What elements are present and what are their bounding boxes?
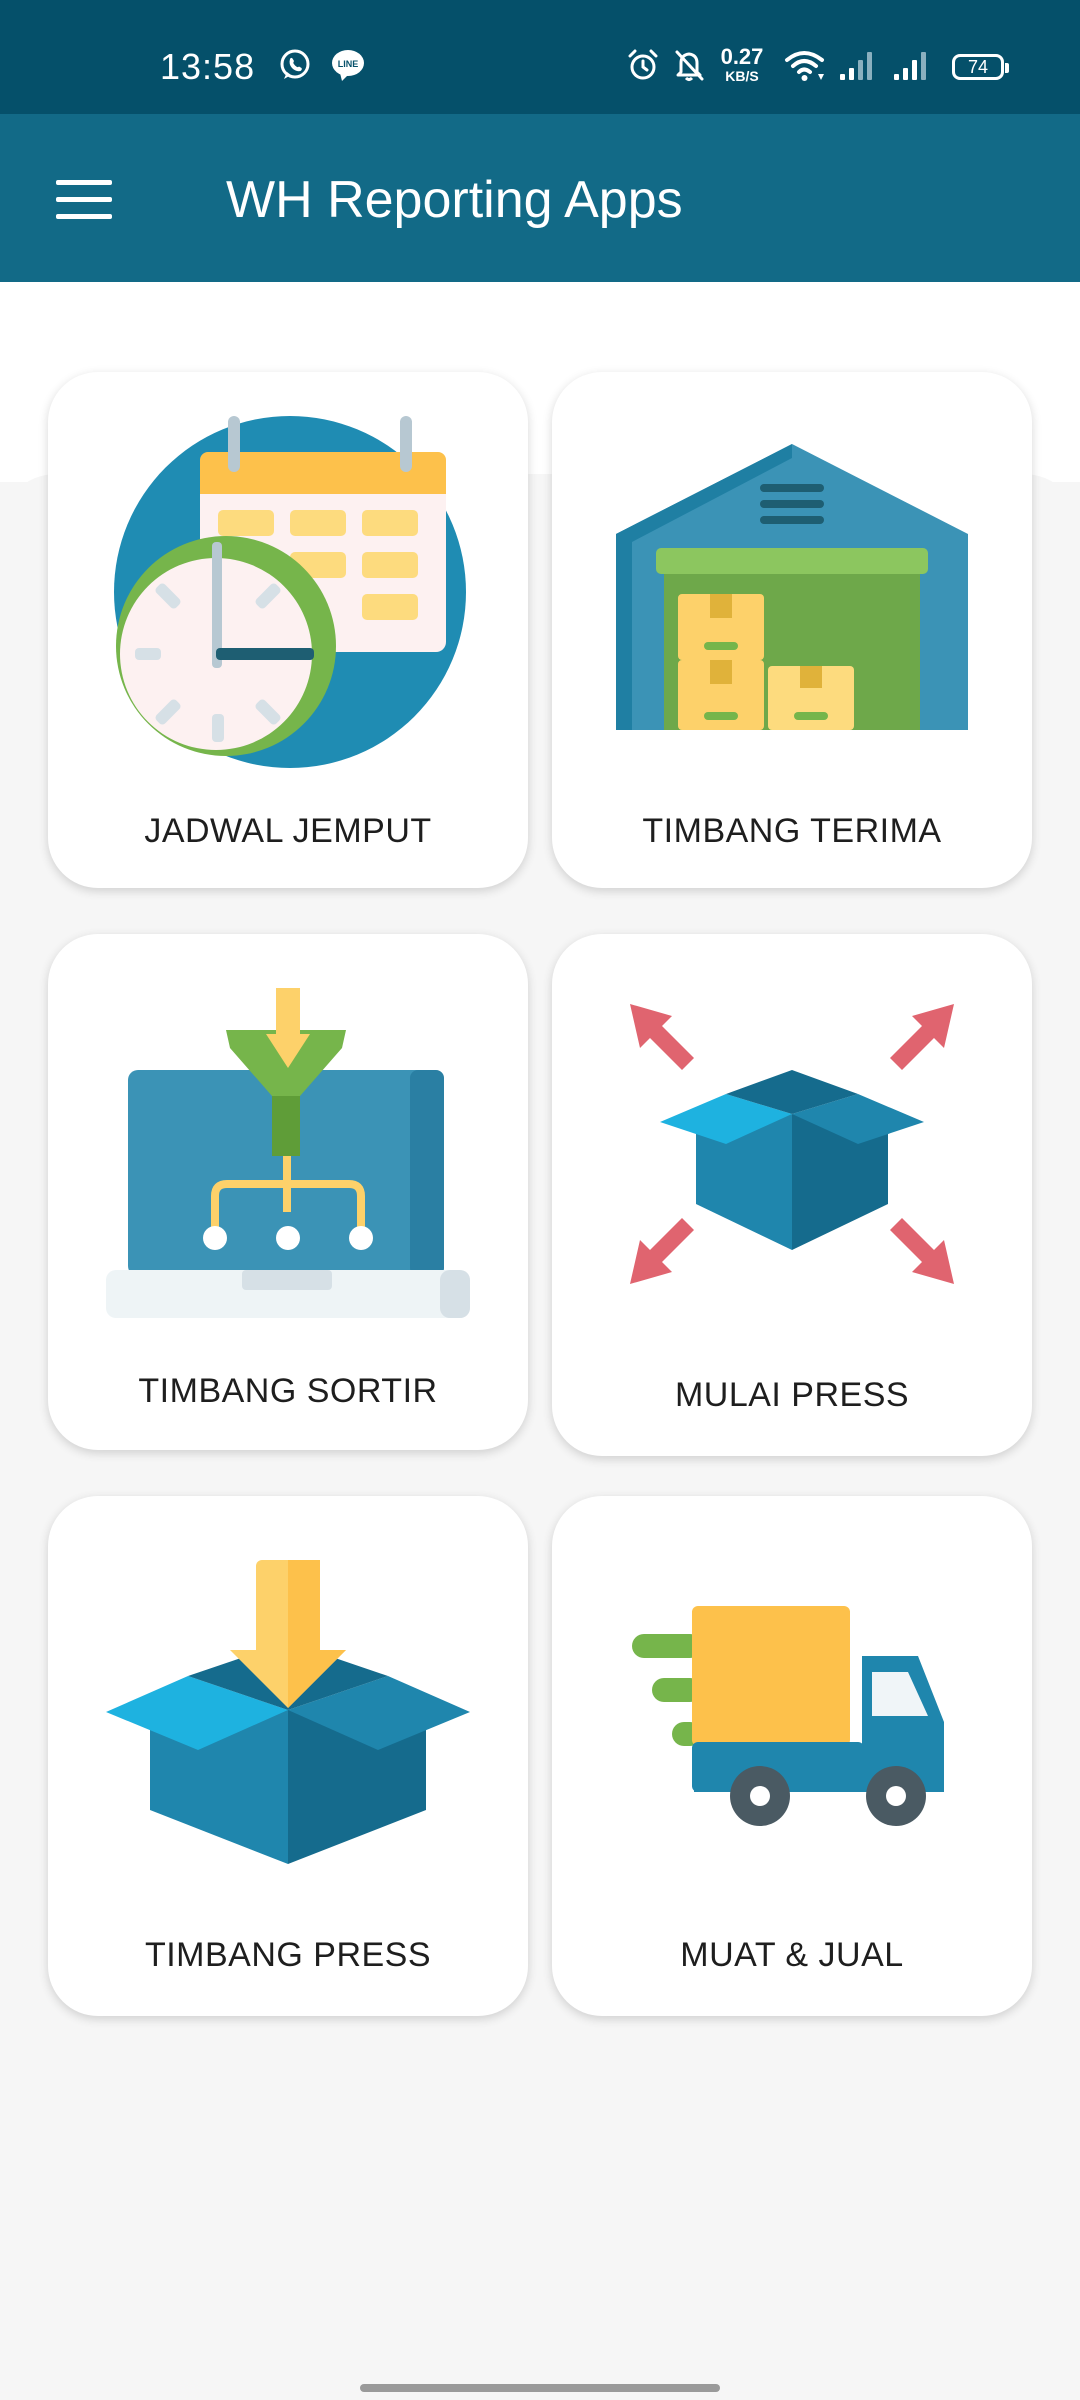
calendar-clock-icon bbox=[114, 416, 466, 768]
menu-card-muat-jual[interactable]: MUAT & JUAL bbox=[552, 1496, 1032, 2016]
warehouse-icon bbox=[616, 444, 968, 730]
menu-card-mulai-press[interactable]: MULAI PRESS bbox=[552, 934, 1032, 1456]
hamburger-menu-icon[interactable] bbox=[56, 180, 112, 220]
signal-icon bbox=[894, 52, 926, 80]
home-indicator[interactable] bbox=[360, 2384, 720, 2392]
network-speed: 0.27 KB/S bbox=[716, 44, 768, 84]
wifi-icon bbox=[785, 51, 824, 81]
box-down-arrow-icon bbox=[106, 1560, 470, 1864]
alarm-icon bbox=[628, 49, 658, 80]
menu-card-timbang-terima[interactable]: TIMBANG TERIMA bbox=[552, 372, 1032, 888]
menu-card-label: MUAT & JUAL bbox=[680, 1936, 904, 1974]
line-icon: LINE bbox=[332, 50, 364, 81]
status-time: 13:58 bbox=[160, 46, 256, 87]
menu-card-label: TIMBANG TERIMA bbox=[642, 812, 942, 850]
app-title: WH Reporting Apps bbox=[226, 171, 683, 229]
network-speed-value: 0.27 bbox=[720, 44, 764, 69]
menu-card-timbang-sortir[interactable]: TIMBANG SORTIR bbox=[48, 934, 528, 1450]
mute-icon bbox=[675, 50, 704, 81]
signal-icon bbox=[840, 52, 872, 80]
menu-card-label: MULAI PRESS bbox=[674, 1376, 910, 1414]
menu-card-label: TIMBANG SORTIR bbox=[138, 1372, 438, 1410]
laptop-filter-icon bbox=[106, 988, 470, 1318]
whatsapp-icon bbox=[280, 49, 310, 79]
svg-text:LINE: LINE bbox=[338, 59, 359, 69]
menu-card-jadwal-jemput[interactable]: JADWAL JEMPUT bbox=[48, 372, 528, 888]
menu-card-label: TIMBANG PRESS bbox=[144, 1936, 432, 1974]
menu-card-timbang-press[interactable]: TIMBANG PRESS bbox=[48, 1496, 528, 2016]
menu-card-label: JADWAL JEMPUT bbox=[144, 812, 432, 850]
box-compress-icon bbox=[630, 1004, 954, 1284]
network-speed-unit: KB/S bbox=[725, 68, 759, 84]
battery-icon: 74 bbox=[952, 54, 1009, 80]
status-bar: 13:58 LINE 0.27 KB/S 74 bbox=[0, 0, 1080, 114]
delivery-truck-icon bbox=[632, 1606, 944, 1826]
